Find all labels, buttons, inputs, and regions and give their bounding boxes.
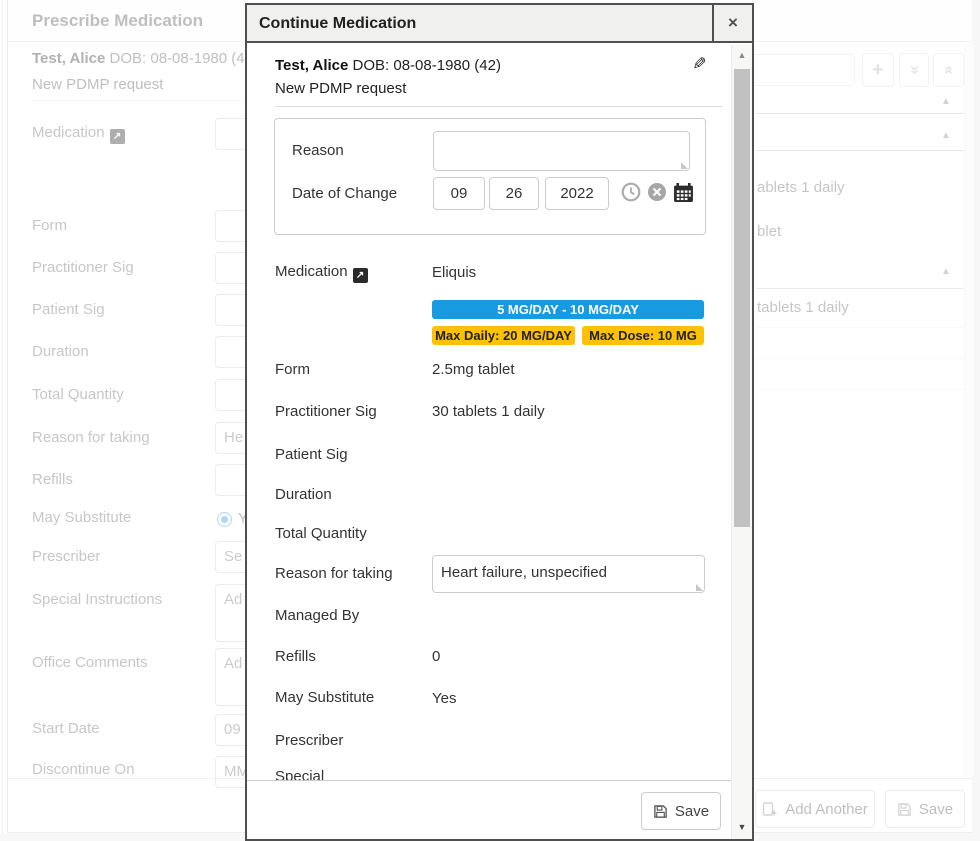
- scroll-down-icon[interactable]: ▼: [732, 822, 752, 832]
- patient-sig-label: Patient Sig: [275, 446, 348, 463]
- reason-label: Reason: [292, 142, 344, 159]
- practitioner-sig-value: 30 tablets 1 daily: [432, 403, 545, 420]
- dialog-scrollbar[interactable]: ▲ ▼: [731, 45, 752, 839]
- floppy-disk-icon: [653, 804, 668, 819]
- patient-line: Test, Alice DOB: 08-08-1980 (42): [275, 57, 501, 74]
- edit-pencil-icon[interactable]: ✎: [688, 56, 708, 70]
- patient-name: Test, Alice: [275, 57, 348, 74]
- pdmp-note: New PDMP request: [275, 80, 406, 97]
- divider: [275, 106, 723, 107]
- clear-date-icon[interactable]: [647, 182, 667, 202]
- save-button[interactable]: Save: [641, 792, 721, 830]
- date-month-input[interactable]: 09: [433, 177, 485, 210]
- dialog-body: Test, Alice DOB: 08-08-1980 (42) ✎ New P…: [247, 45, 752, 839]
- external-link-icon[interactable]: ↗: [353, 268, 368, 283]
- max-daily-badge: Max Daily: 20 MG/DAY: [432, 326, 575, 345]
- form-value: 2.5mg tablet: [432, 361, 515, 378]
- refills-label: Refills: [275, 648, 316, 665]
- medication-label: Medication↗: [275, 263, 368, 283]
- close-button[interactable]: ×: [712, 5, 752, 41]
- dialog-header: Continue Medication ×: [247, 5, 752, 43]
- reason-textarea[interactable]: [433, 131, 690, 171]
- dose-range-badge: 5 MG/DAY - 10 MG/DAY: [432, 300, 704, 319]
- clock-icon[interactable]: [621, 182, 641, 202]
- prescriber-label: Prescriber: [275, 732, 343, 749]
- may-substitute-label: May Substitute: [275, 689, 374, 706]
- max-dose-badge: Max Dose: 10 MG: [582, 326, 704, 345]
- reason-for-taking-label: Reason for taking: [275, 565, 393, 582]
- managed-by-label: Managed By: [275, 607, 359, 624]
- medication-value: Eliquis: [432, 264, 476, 281]
- date-of-change-label: Date of Change: [292, 185, 397, 202]
- screen: Prescribe Medication Test, Alice DOB: 08…: [0, 0, 980, 841]
- date-year-input[interactable]: 2022: [545, 177, 609, 210]
- continue-medication-dialog: Continue Medication × Test, Alice DOB: 0…: [245, 3, 754, 841]
- calendar-icon[interactable]: [673, 182, 694, 203]
- may-substitute-value: Yes: [432, 690, 456, 707]
- scrollbar-thumb[interactable]: [734, 69, 750, 527]
- duration-label: Duration: [275, 486, 332, 503]
- close-icon: ×: [728, 13, 738, 32]
- dialog-title: Continue Medication: [247, 5, 416, 41]
- refills-value: 0: [432, 648, 440, 665]
- total-quantity-label: Total Quantity: [275, 525, 367, 542]
- save-label: Save: [675, 803, 709, 820]
- date-day-input[interactable]: 26: [489, 177, 539, 210]
- special-label-clipped: Special: [275, 768, 324, 780]
- form-label: Form: [275, 361, 310, 378]
- patient-dob: DOB: 08-08-1980 (42): [353, 57, 501, 74]
- divider: [247, 780, 752, 781]
- change-details-box: Reason Date of Change 09 26 2022: [274, 118, 706, 235]
- practitioner-sig-label: Practitioner Sig: [275, 403, 377, 420]
- scroll-up-icon[interactable]: ▲: [732, 50, 752, 60]
- reason-for-taking-textarea[interactable]: Heart failure, unspecified: [432, 555, 705, 593]
